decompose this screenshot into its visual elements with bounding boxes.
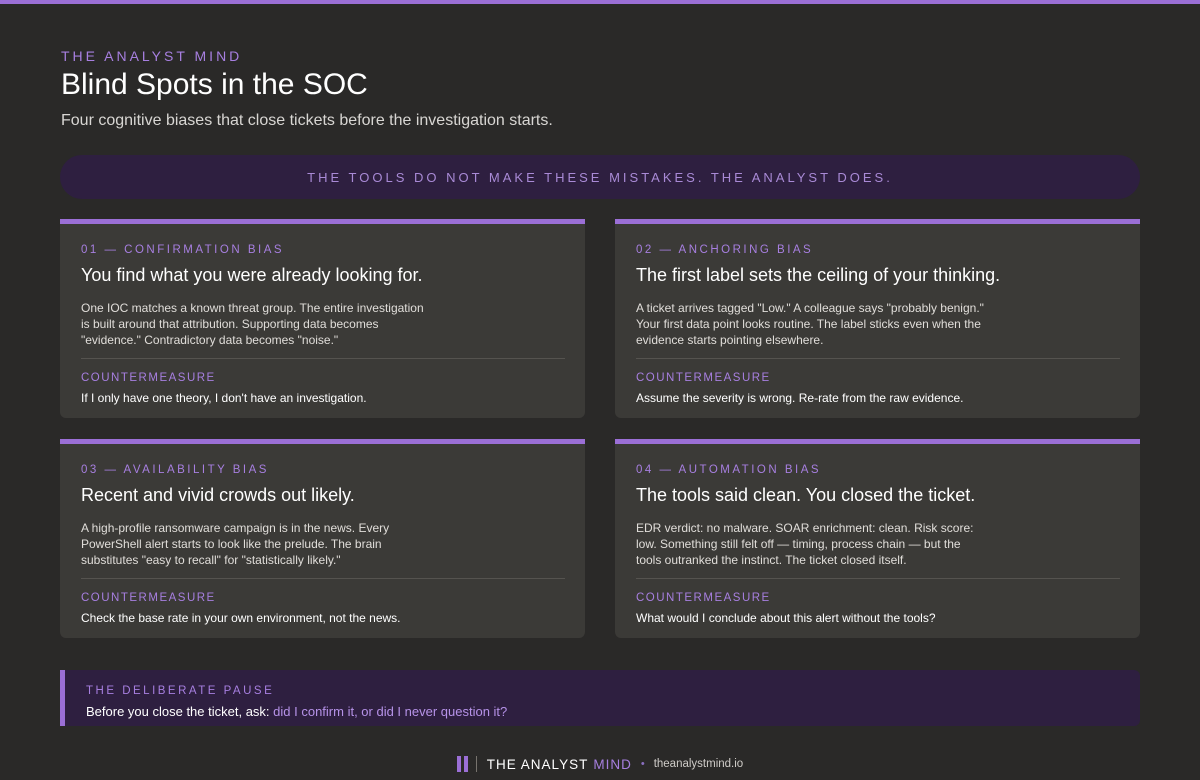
pause-text-prefix: Before you close the ticket, ask: [86,704,274,719]
pause-label: THE DELIBERATE PAUSE [86,685,275,697]
card-label: 04 — AUTOMATION BIAS [636,464,822,476]
card-description: EDR verdict: no malware. SOAR enrichment… [636,521,974,567]
top-accent-bar [0,0,1200,4]
card-headline: The tools said clean. You closed the tic… [636,485,976,505]
countermeasure-text: If I only have one theory, I don't have … [81,391,367,405]
bias-card-anchoring: 02 — ANCHORING BIAS The first label sets… [615,219,1140,418]
bias-card-automation: 04 — AUTOMATION BIAS The tools said clea… [615,439,1140,638]
brand-name-part2: MIND [593,756,632,772]
pause-text-highlight: did I confirm it, or did I never questio… [273,704,508,719]
bias-card-availability: 03 — AVAILABILITY BIAS Recent and vivid … [60,439,585,638]
card-divider [636,578,1120,579]
banner: THE TOOLS DO NOT MAKE THESE MISTAKES. TH… [60,155,1140,199]
countermeasure-label: COUNTERMEASURE [636,372,771,384]
footer-separator: • [640,758,645,770]
card-label: 02 — ANCHORING BIAS [636,244,814,256]
countermeasure-text: Check the base rate in your own environm… [81,611,401,625]
eyebrow-label: THE ANALYST MIND [61,48,243,64]
pause-text: Before you close the ticket, ask: did I … [86,704,507,719]
page-subtitle: Four cognitive biases that close tickets… [61,112,553,129]
deliberate-pause-box: THE DELIBERATE PAUSE Before you close th… [60,670,1140,726]
card-description: A ticket arrives tagged "Low." A colleag… [636,301,984,347]
footer: THE ANALYST MIND • theanalystmind.io [0,754,1200,774]
page-title: Blind Spots in the SOC [61,68,368,101]
card-headline: You find what you were already looking f… [81,265,423,285]
countermeasure-label: COUNTERMEASURE [81,592,216,604]
card-headline: Recent and vivid crowds out likely. [81,485,355,505]
countermeasure-text: Assume the severity is wrong. Re-rate fr… [636,391,964,405]
countermeasure-text: What would I conclude about this alert w… [636,611,936,625]
card-divider [81,578,565,579]
brand-name-part1: THE ANALYST [486,756,589,772]
logo-bars-icon [456,756,468,772]
card-description: A high-profile ransomware campaign is in… [81,521,390,567]
footer-url: theanalystmind.io [653,758,744,770]
countermeasure-label: COUNTERMEASURE [636,592,771,604]
countermeasure-label: COUNTERMEASURE [81,372,216,384]
banner-text: THE TOOLS DO NOT MAKE THESE MISTAKES. TH… [307,169,893,185]
card-divider [81,358,565,359]
footer-divider [475,756,477,772]
card-label: 01 — CONFIRMATION BIAS [81,244,285,256]
card-divider [636,358,1120,359]
card-label: 03 — AVAILABILITY BIAS [81,464,269,476]
card-description: One IOC matches a known threat group. Th… [81,301,424,347]
bias-card-confirmation: 01 — CONFIRMATION BIAS You find what you… [60,219,585,418]
card-headline: The first label sets the ceiling of your… [636,265,1001,285]
